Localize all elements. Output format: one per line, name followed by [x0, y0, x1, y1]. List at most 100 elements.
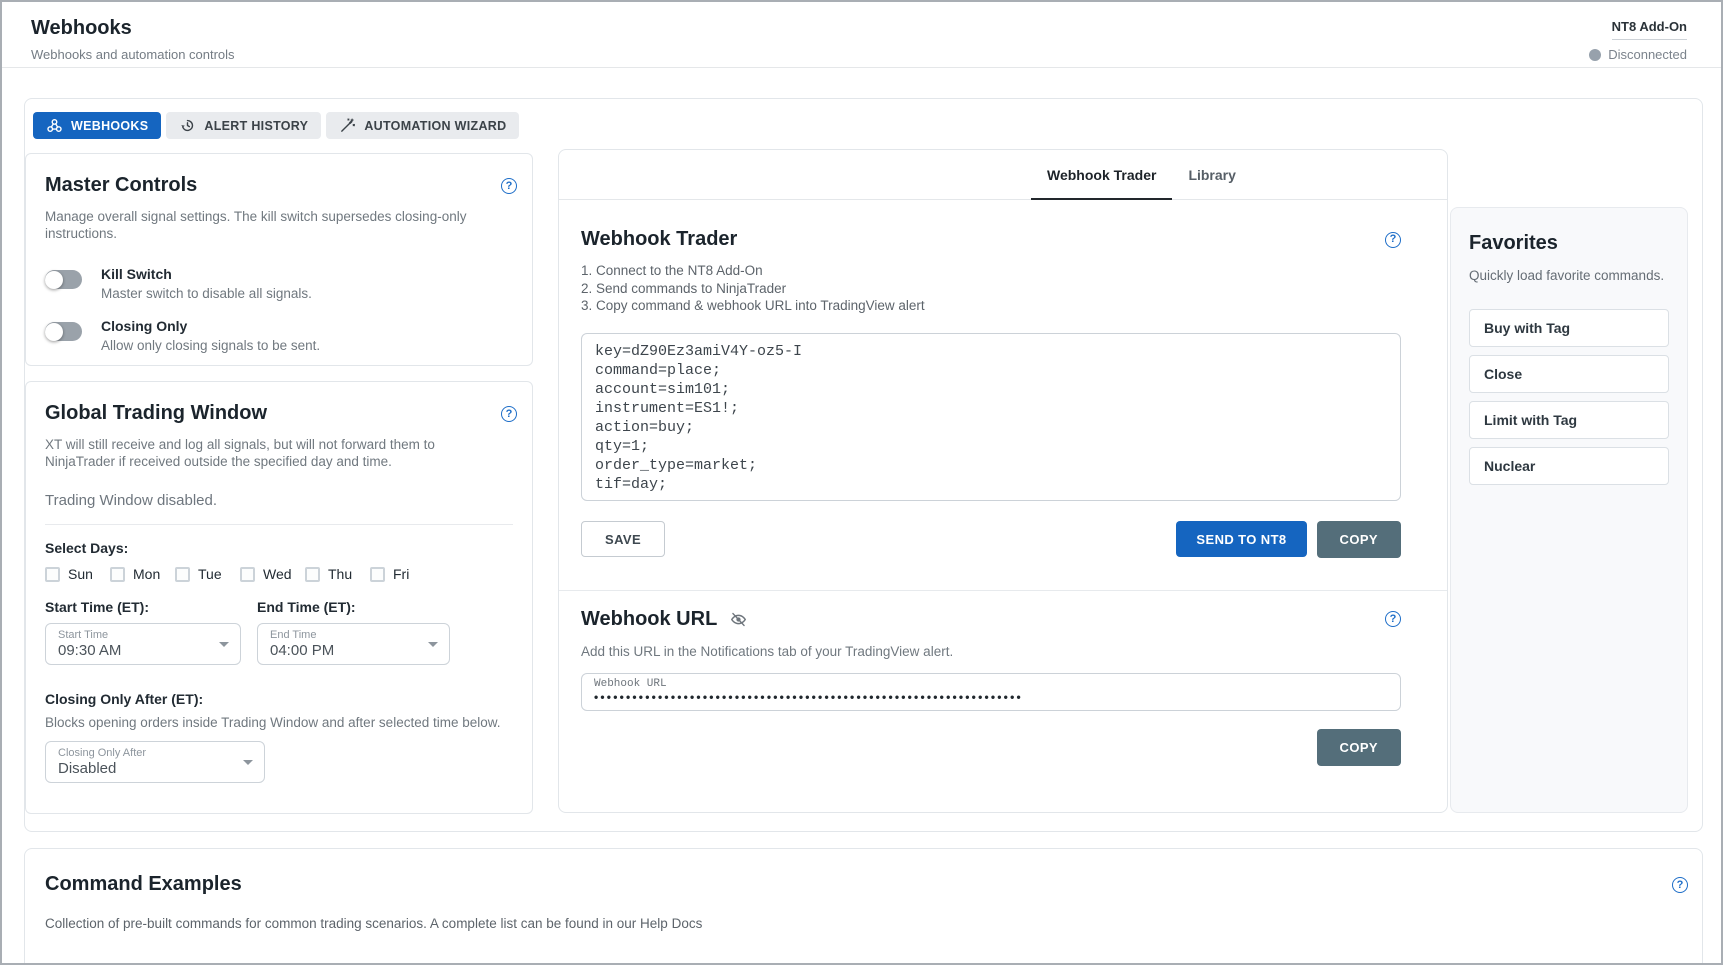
- end-time-value: 04:00 PM: [270, 642, 421, 659]
- day-option-tue[interactable]: Tue: [175, 566, 240, 582]
- end-time-field-label: End Time: [270, 629, 421, 641]
- checkbox-wed[interactable]: [240, 567, 255, 582]
- favorite-close[interactable]: Close: [1469, 355, 1669, 393]
- tab-library[interactable]: Library: [1172, 150, 1251, 199]
- connection-status-dot-icon: [1589, 49, 1601, 61]
- checkbox-thu[interactable]: [305, 567, 320, 582]
- copy-command-button[interactable]: COPY: [1317, 521, 1401, 558]
- copy-url-button[interactable]: COPY: [1317, 729, 1401, 766]
- chevron-down-icon: [243, 760, 253, 765]
- webhook-trader-heading-row: Webhook Trader ?: [581, 228, 1401, 251]
- page-header: Webhooks Webhooks and automation control…: [2, 2, 1721, 68]
- checkbox-tue[interactable]: [175, 567, 190, 582]
- webhook-trader-title: Webhook Trader: [581, 228, 737, 251]
- day-label: Mon: [133, 566, 160, 582]
- favorite-nuclear[interactable]: Nuclear: [1469, 447, 1669, 485]
- closing-only-description: Allow only closing signals to be sent.: [101, 338, 320, 353]
- page-title: Webhooks: [31, 17, 235, 40]
- favorites-list: Buy with Tag Close Limit with Tag Nuclea…: [1469, 309, 1669, 485]
- closing-only-toggle[interactable]: [45, 322, 82, 341]
- webhook-url-input[interactable]: Webhook URL ••••••••••••••••••••••••••••…: [581, 673, 1401, 711]
- command-examples-title: Command Examples: [45, 873, 1682, 896]
- day-label: Sun: [68, 566, 93, 582]
- url-copy-row: COPY: [581, 729, 1401, 766]
- closing-only-label: Closing Only: [101, 318, 320, 334]
- step-1: 1. Connect to the NT8 Add-On: [581, 262, 1401, 280]
- checkbox-fri[interactable]: [370, 567, 385, 582]
- closing-only-after-value: Disabled: [58, 760, 236, 777]
- start-time-select[interactable]: Start Time 09:30 AM: [45, 623, 241, 665]
- divider: [559, 590, 1447, 591]
- kill-switch-toggle[interactable]: [45, 270, 82, 289]
- eye-off-icon[interactable]: [729, 610, 748, 629]
- send-to-nt8-button[interactable]: SEND TO NT8: [1176, 521, 1306, 557]
- chevron-down-icon: [219, 642, 229, 647]
- closing-only-text: Closing Only Allow only closing signals …: [101, 318, 320, 353]
- day-option-sun[interactable]: Sun: [45, 566, 110, 582]
- divider: [45, 524, 513, 525]
- end-time-label: End Time (ET):: [257, 599, 450, 615]
- day-option-thu[interactable]: Thu: [305, 566, 370, 582]
- tab-webhooks-label: WEBHOOKS: [71, 119, 148, 133]
- favorite-limit-with-tag[interactable]: Limit with Tag: [1469, 401, 1669, 439]
- closing-only-after-label: Closing Only After (ET):: [45, 691, 513, 707]
- step-3: 3. Copy command & webhook URL into Tradi…: [581, 297, 1401, 315]
- select-days-label: Select Days:: [45, 540, 513, 556]
- help-icon[interactable]: ?: [501, 178, 517, 194]
- webhook-trader-panel: Webhook Trader Library Webhook Trader ? …: [558, 149, 1448, 813]
- day-label: Wed: [263, 566, 292, 582]
- instruction-steps: 1. Connect to the NT8 Add-On 2. Send com…: [581, 262, 1401, 315]
- favorite-buy-with-tag[interactable]: Buy with Tag: [1469, 309, 1669, 347]
- start-time-group: Start Time (ET): Start Time 09:30 AM: [45, 599, 241, 665]
- global-trading-window-title: Global Trading Window: [45, 402, 513, 425]
- help-icon[interactable]: ?: [1672, 877, 1688, 893]
- tab-webhook-trader[interactable]: Webhook Trader: [1031, 150, 1172, 199]
- tab-automation-wizard[interactable]: AUTOMATION WIZARD: [326, 112, 519, 139]
- start-time-field-label: Start Time: [58, 629, 212, 641]
- webhook-url-description: Add this URL in the Notifications tab of…: [581, 643, 1401, 660]
- tab-alert-history[interactable]: ALERT HISTORY: [166, 112, 321, 139]
- history-icon: [179, 117, 196, 134]
- step-2: 2. Send commands to NinjaTrader: [581, 280, 1401, 298]
- command-button-row: SAVE SEND TO NT8 COPY: [581, 521, 1401, 558]
- help-icon[interactable]: ?: [501, 406, 517, 422]
- master-controls-card: Master Controls ? Manage overall signal …: [25, 153, 533, 366]
- wand-icon: [339, 117, 356, 134]
- header-left: Webhooks Webhooks and automation control…: [31, 15, 235, 62]
- day-option-wed[interactable]: Wed: [240, 566, 305, 582]
- command-examples-description: Collection of pre-built commands for com…: [45, 916, 1682, 931]
- save-button[interactable]: SAVE: [581, 521, 665, 557]
- connection-status-row: Disconnected: [1589, 47, 1687, 62]
- day-option-fri[interactable]: Fri: [370, 566, 435, 582]
- tab-webhooks[interactable]: WEBHOOKS: [33, 112, 161, 139]
- start-time-label: Start Time (ET):: [45, 599, 241, 615]
- nt8-addon-label: NT8 Add-On: [1612, 19, 1687, 40]
- nt8-status-block: NT8 Add-On Disconnected: [1589, 15, 1687, 62]
- closing-only-after-description: Blocks opening orders inside Trading Win…: [45, 714, 513, 731]
- end-time-select[interactable]: End Time 04:00 PM: [257, 623, 450, 665]
- kill-switch-text: Kill Switch Master switch to disable all…: [101, 266, 312, 301]
- tab-automation-wizard-label: AUTOMATION WIZARD: [364, 119, 506, 133]
- checkbox-sun[interactable]: [45, 567, 60, 582]
- panel-body: Webhook Trader ? 1. Connect to the NT8 A…: [559, 200, 1401, 766]
- help-icon[interactable]: ?: [1385, 611, 1401, 627]
- day-label: Thu: [328, 566, 352, 582]
- command-input[interactable]: key=dZ90Ez3amiV4Y-oz5-I command=place; a…: [581, 333, 1401, 501]
- day-option-mon[interactable]: Mon: [110, 566, 175, 582]
- webhook-url-title: Webhook URL: [581, 608, 717, 631]
- app-window: Webhooks Webhooks and automation control…: [0, 0, 1723, 965]
- trading-window-status: Trading Window disabled.: [45, 492, 513, 509]
- kill-switch-row: Kill Switch Master switch to disable all…: [45, 266, 513, 301]
- help-icon[interactable]: ?: [1385, 232, 1401, 248]
- page-subtitle: Webhooks and automation controls: [31, 47, 235, 62]
- favorites-card: Favorites Quickly load favorite commands…: [1450, 207, 1688, 813]
- chevron-down-icon: [428, 642, 438, 647]
- checkbox-mon[interactable]: [110, 567, 125, 582]
- global-trading-window-card: Global Trading Window ? XT will still re…: [25, 381, 533, 814]
- end-time-group: End Time (ET): End Time 04:00 PM: [257, 599, 450, 665]
- webhook-url-masked-value: ••••••••••••••••••••••••••••••••••••••••…: [594, 690, 1388, 705]
- webhook-url-heading-group: Webhook URL: [581, 608, 748, 631]
- kill-switch-label: Kill Switch: [101, 266, 312, 282]
- master-controls-title: Master Controls: [45, 174, 513, 197]
- closing-only-after-select[interactable]: Closing Only After Disabled: [45, 741, 265, 783]
